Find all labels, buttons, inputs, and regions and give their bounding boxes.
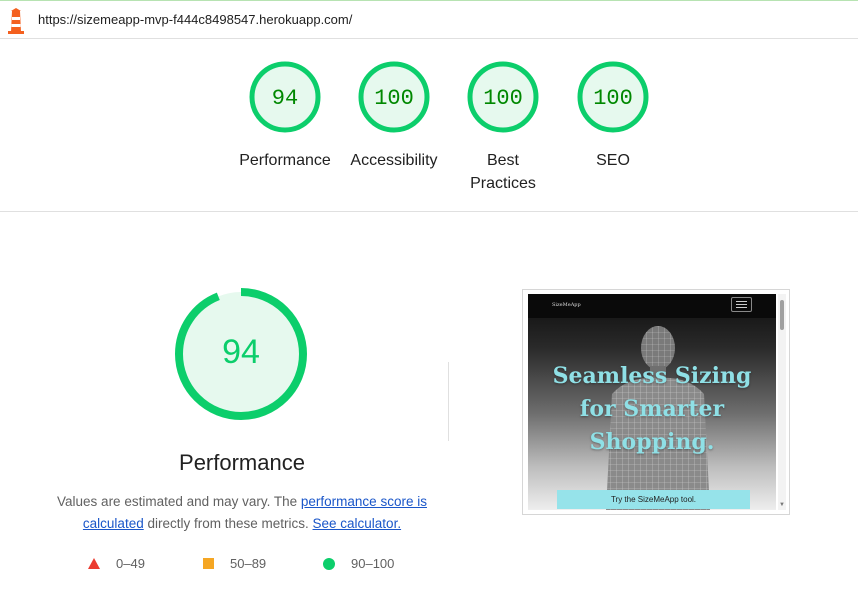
divider [448,362,449,441]
scroll-down-arrow-icon: ▼ [779,502,785,508]
screenshot-scrollbar: ▼ [778,294,786,510]
hero-line: Shopping. [589,429,715,455]
hero-line: Seamless Sizing [552,363,752,389]
desc-text: directly from these metrics. [143,516,313,531]
gauge-label: Best Practices [470,152,536,192]
gauge-label: SEO [596,152,630,169]
pass-circle-icon [323,557,335,570]
gauge-label: Accessibility [350,152,438,169]
site-logo: SizeMeApp [552,302,581,308]
score-gauge-ring: 100 [577,61,649,133]
gauge-best-practices[interactable]: 100 Best Practices [448,60,558,195]
gauge-score: 100 [374,86,414,111]
desc-text: Values are estimated and may vary. The [57,494,301,509]
hero-heading: Seamless Sizing for Smarter Shopping. [528,360,776,459]
url-bar: https://sizemeapp-mvp-f444c8498547.herok… [0,0,858,39]
gauge-score: 100 [483,86,523,111]
score-gauge-ring: 100 [467,61,539,133]
score-summary: 94 Performance 100 Accessibility 100 Bes… [0,40,858,212]
gauge-label: Performance [239,152,331,169]
gauge-score: 100 [593,86,633,111]
score-gauge-ring: 100 [358,61,430,133]
final-screenshot[interactable]: SizeMeApp Seamless Sizing for Smarter Sh… [522,289,790,515]
gauge-performance[interactable]: 94 Performance [230,60,340,172]
fail-triangle-icon [88,558,100,569]
performance-title: Performance [179,450,305,475]
report-url[interactable]: https://sizemeapp-mvp-f444c8498547.herok… [38,12,352,27]
legend-range: 0–49 [116,556,145,571]
gauge-score: 94 [272,86,298,111]
see-calculator-link[interactable]: See calculator. [313,516,402,531]
score-gauge-ring: 94 [249,61,321,133]
gauge-seo[interactable]: 100 SEO [558,60,668,172]
gauge-accessibility[interactable]: 100 Accessibility [339,60,449,172]
legend-range: 90–100 [351,556,395,571]
performance-score: 94 [222,333,260,371]
performance-description: Values are estimated and may vary. The p… [55,491,429,535]
legend-average: 50–89 [203,556,266,571]
lighthouse-logo-icon [8,8,24,34]
legend-pass: 90–100 [323,556,394,571]
performance-gauge: 94 [175,288,307,420]
screenshot-image: SizeMeApp Seamless Sizing for Smarter Sh… [528,294,776,510]
legend-fail: 0–49 [88,556,145,571]
legend-range: 50–89 [230,556,267,571]
hero-line: for Smarter [579,396,725,422]
average-square-icon [203,558,214,569]
cta-button: Try the SizeMeApp tool. [557,490,750,509]
hamburger-menu-icon [731,297,752,312]
scrollbar-thumb [780,300,784,330]
